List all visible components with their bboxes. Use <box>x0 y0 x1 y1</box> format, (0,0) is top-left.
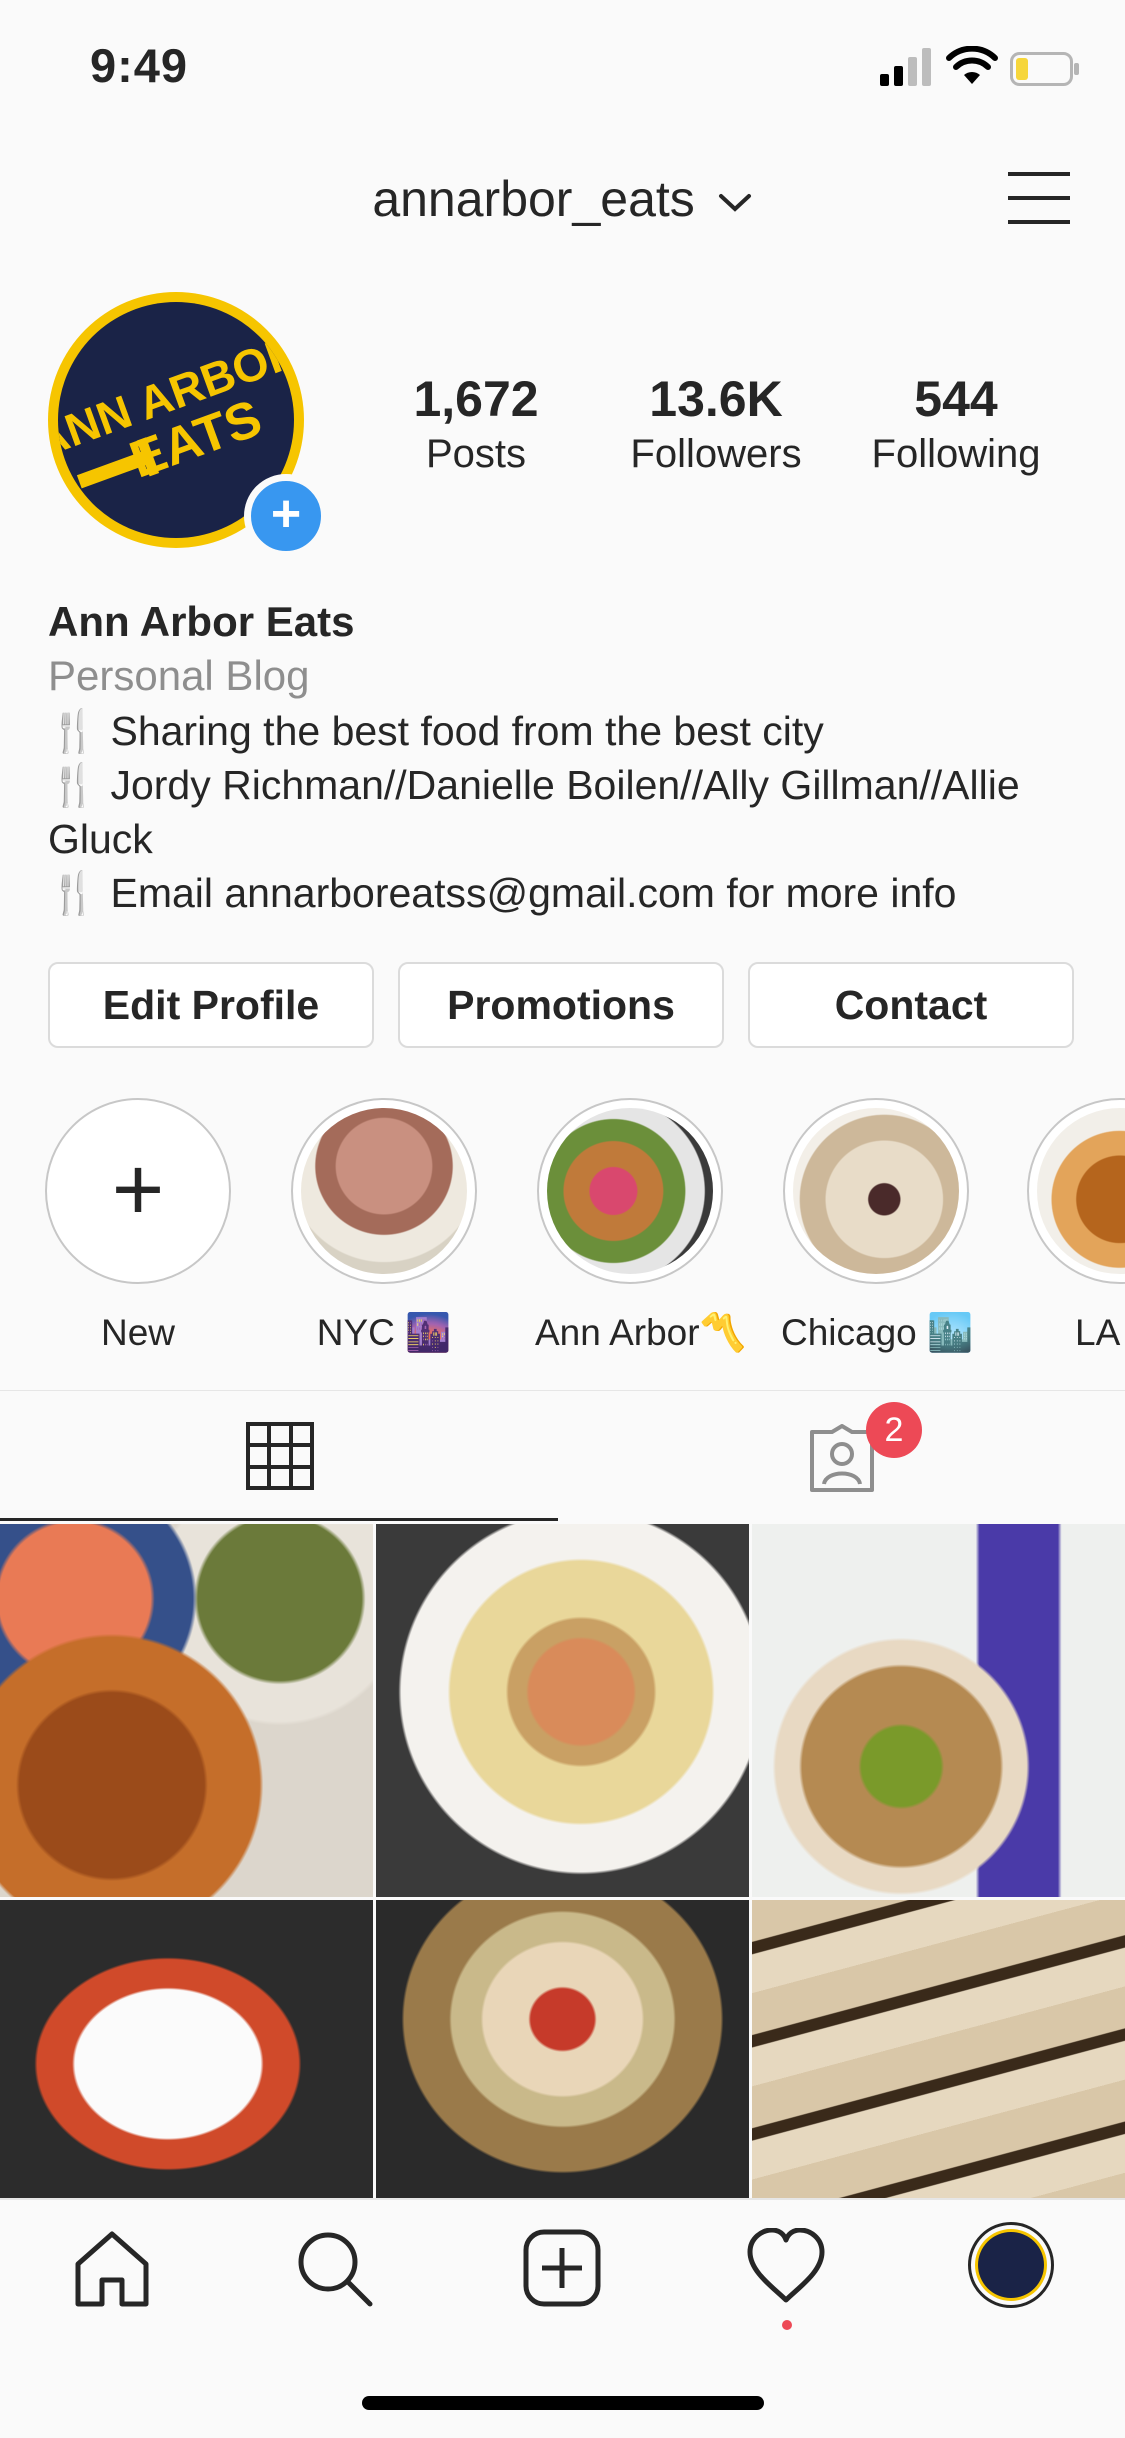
followers-label: Followers <box>630 432 802 476</box>
fork-knife-icon: 🍴 <box>48 708 100 754</box>
profile-bio: 🍴 Sharing the best food from the best ci… <box>48 704 1088 920</box>
profile-category: Personal Blog <box>48 652 310 699</box>
plus-icon: + <box>111 1140 165 1240</box>
highlight-label: Chicago 🏙️ <box>781 1312 974 1353</box>
highlight-nyc[interactable]: NYC 🌆 <box>289 1098 479 1355</box>
highlight-label: NYC 🌆 <box>316 1312 452 1353</box>
username: annarbor_eats <box>372 171 695 227</box>
tabs-divider <box>0 1390 1125 1391</box>
contact-button[interactable]: Contact <box>748 962 1074 1048</box>
post-thumbnail[interactable] <box>752 1900 1125 2198</box>
battery-icon <box>1010 52 1079 86</box>
fork-knife-icon: 🍴 <box>48 762 100 808</box>
highlight-la[interactable]: LA <box>1027 1098 1125 1354</box>
profile-tab-avatar[interactable] <box>968 2222 1054 2308</box>
highlight-cover-image <box>301 1108 467 1274</box>
following-value: 544 <box>914 371 998 427</box>
fork-knife-icon: 🍴 <box>48 870 100 916</box>
highlight-label: Ann Arbor〽️ <box>535 1312 746 1353</box>
highlight-chicago[interactable]: Chicago 🏙️ <box>781 1098 974 1355</box>
bio-line: Jordy Richman//Danielle Boilen//Ally Gil… <box>48 762 1020 862</box>
hamburger-menu-icon[interactable] <box>1008 170 1070 226</box>
following-count[interactable]: 544 Following <box>846 370 1066 477</box>
highlight-label: New <box>100 1312 176 1353</box>
home-icon[interactable] <box>72 2228 152 2308</box>
post-thumbnail[interactable] <box>0 1524 373 1897</box>
post-thumbnail[interactable] <box>376 1900 749 2198</box>
edit-profile-button[interactable]: Edit Profile <box>48 962 374 1048</box>
grid-view-icon[interactable] <box>246 1422 314 1490</box>
home-indicator[interactable] <box>362 2396 764 2410</box>
followers-value: 13.6K <box>649 371 783 427</box>
add-story-button[interactable]: + <box>244 474 328 558</box>
post-thumbnail[interactable] <box>752 1524 1125 1897</box>
activity-heart-icon[interactable] <box>746 2228 826 2308</box>
highlight-cover-image <box>793 1108 959 1274</box>
username-switcher[interactable]: annarbor_eats <box>0 170 1125 228</box>
following-label: Following <box>871 432 1041 476</box>
wifi-icon <box>946 46 998 84</box>
post-thumbnail[interactable] <box>0 1900 373 2198</box>
promotions-button[interactable]: Promotions <box>398 962 724 1048</box>
chevron-down-icon <box>718 193 751 212</box>
posts-label: Posts <box>425 432 527 476</box>
tagged-count-badge: 2 <box>866 1402 922 1458</box>
highlight-new[interactable]: + New <box>43 1098 233 1354</box>
followers-count[interactable]: 13.6K Followers <box>606 370 826 477</box>
new-post-icon[interactable] <box>522 2228 602 2308</box>
active-tab-indicator <box>0 1518 558 1521</box>
profile-name: Ann Arbor Eats <box>48 598 355 645</box>
highlight-ann-arbor[interactable]: Ann Arbor〽️ <box>535 1098 746 1355</box>
bio-line: Sharing the best food from the best city <box>110 708 824 754</box>
notification-dot <box>782 2320 792 2330</box>
cellular-signal-icon <box>880 48 931 86</box>
search-icon[interactable] <box>294 2228 374 2308</box>
highlight-label: LA <box>1075 1312 1121 1353</box>
posts-count[interactable]: 1,672 Posts <box>366 370 586 477</box>
highlight-cover-image <box>1037 1108 1125 1274</box>
status-time: 9:49 <box>90 39 189 92</box>
highlight-cover-image <box>547 1108 713 1274</box>
post-thumbnail[interactable] <box>376 1524 749 1897</box>
posts-value: 1,672 <box>413 371 539 427</box>
bio-line: Email annarboreatss@gmail.com for more i… <box>110 870 957 916</box>
